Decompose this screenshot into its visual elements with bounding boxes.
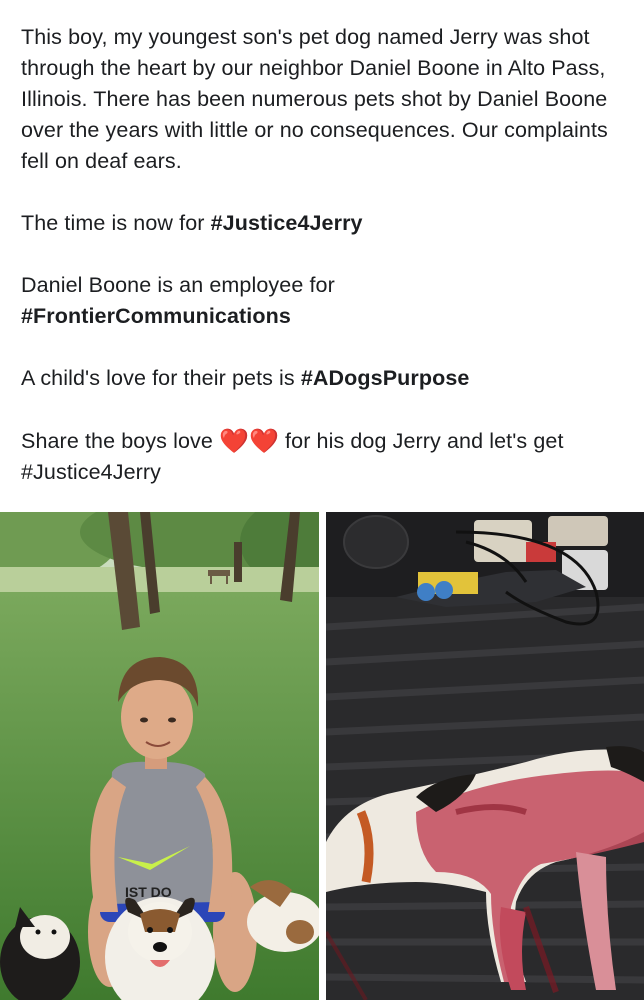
post-paragraph-2: The time is now for #Justice4Jerry bbox=[21, 208, 631, 239]
post-paragraph-5: Share the boys love ❤️❤️ for his dog Jer… bbox=[21, 425, 631, 488]
photo-injured-dog-truck-bed[interactable] bbox=[326, 512, 644, 1000]
post-paragraph-4: A child's love for their pets is #ADogsP… bbox=[21, 363, 631, 394]
post-paragraph-2-text: The time is now for bbox=[21, 211, 211, 235]
photo-injured-dog-image bbox=[326, 512, 644, 1000]
post-paragraph-1: This boy, my youngest son's pet dog name… bbox=[21, 25, 608, 173]
photo-boy-with-dogs-image: IST DO bbox=[0, 512, 319, 1000]
hashtag-adogspurpose[interactable]: #ADogsPurpose bbox=[301, 366, 470, 390]
post-paragraph-5-text: Share the boys love bbox=[21, 429, 220, 453]
post-paragraph-3-text: Daniel Boone is an employee for bbox=[21, 273, 335, 297]
hashtag-justice4jerry[interactable]: #Justice4Jerry bbox=[211, 211, 363, 235]
post-text: This boy, my youngest son's pet dog name… bbox=[21, 22, 631, 488]
hashtag-frontiercommunications[interactable]: #FrontierCommunications bbox=[21, 304, 291, 328]
photo-grid: IST DO bbox=[0, 512, 644, 1000]
post-paragraph-4-text: A child's love for their pets is bbox=[21, 366, 301, 390]
heart-emoji-icon: ❤️❤️ bbox=[219, 428, 279, 455]
post-paragraph-3: Daniel Boone is an employee for #Frontie… bbox=[21, 270, 631, 332]
photo-boy-with-dogs[interactable]: IST DO bbox=[0, 512, 319, 1000]
